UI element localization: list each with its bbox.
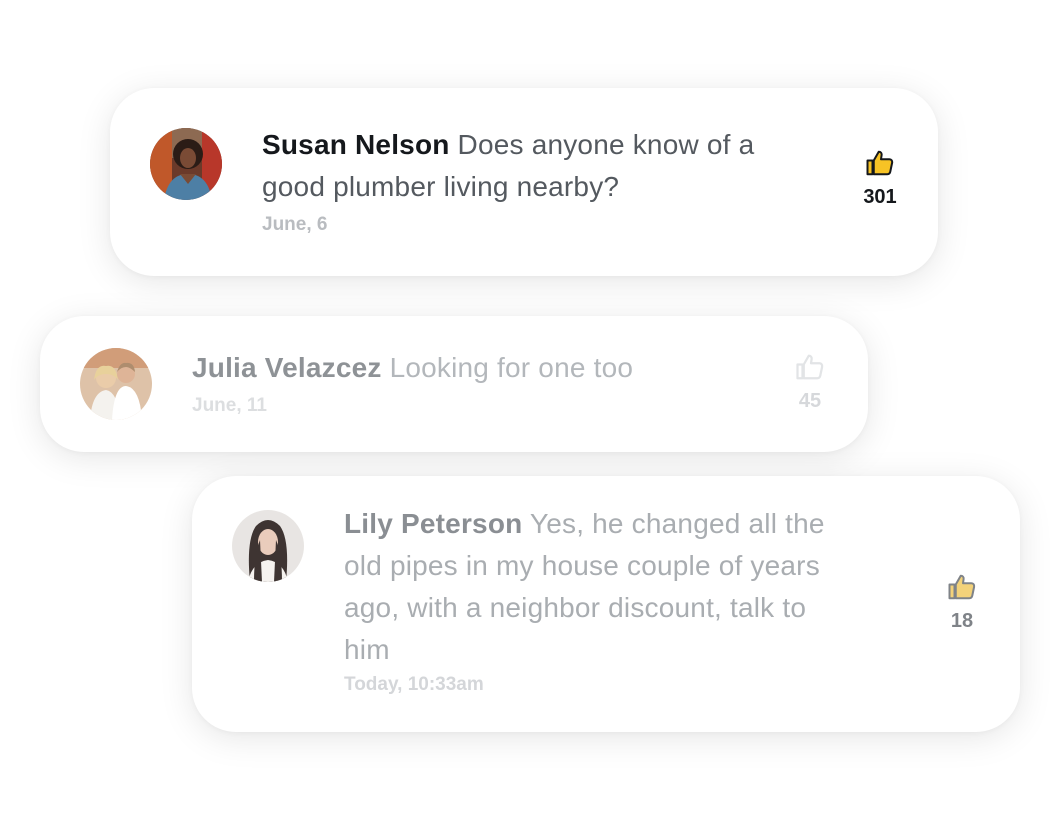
thumbs-up-icon [948,574,976,600]
comment-card-julia: Julia Velazcez Looking for one too June,… [40,316,868,452]
like-button[interactable]: 18 [932,572,992,633]
like-button[interactable]: 301 [850,148,910,209]
thumbs-up-outline-icon [796,354,824,380]
like-button[interactable]: 45 [780,352,840,413]
author-name[interactable]: Julia Velazcez [192,352,382,383]
avatar[interactable] [150,128,222,200]
like-count: 301 [863,186,897,208]
author-name[interactable]: Susan Nelson [262,129,450,160]
comment-message: Lily Peterson Yes, he changed all the ol… [344,503,854,671]
comment-text: Looking for one too [389,352,634,383]
avatar[interactable] [80,348,152,420]
author-name[interactable]: Lily Peterson [344,508,522,539]
like-count: 18 [950,610,974,632]
thumbs-up-icon [866,150,894,176]
comment-message: Susan Nelson Does anyone know of a good … [262,124,762,208]
comment-message: Julia Velazcez Looking for one too [192,347,752,389]
comment-date: June, 6 [262,214,328,235]
comment-card-lily: Lily Peterson Yes, he changed all the ol… [192,476,1020,732]
avatar[interactable] [232,510,304,582]
comment-date: Today, 10:33am [344,674,484,695]
like-count: 45 [798,390,822,412]
comment-date: June, 11 [192,395,267,416]
comment-card-susan: Susan Nelson Does anyone know of a good … [110,88,938,276]
